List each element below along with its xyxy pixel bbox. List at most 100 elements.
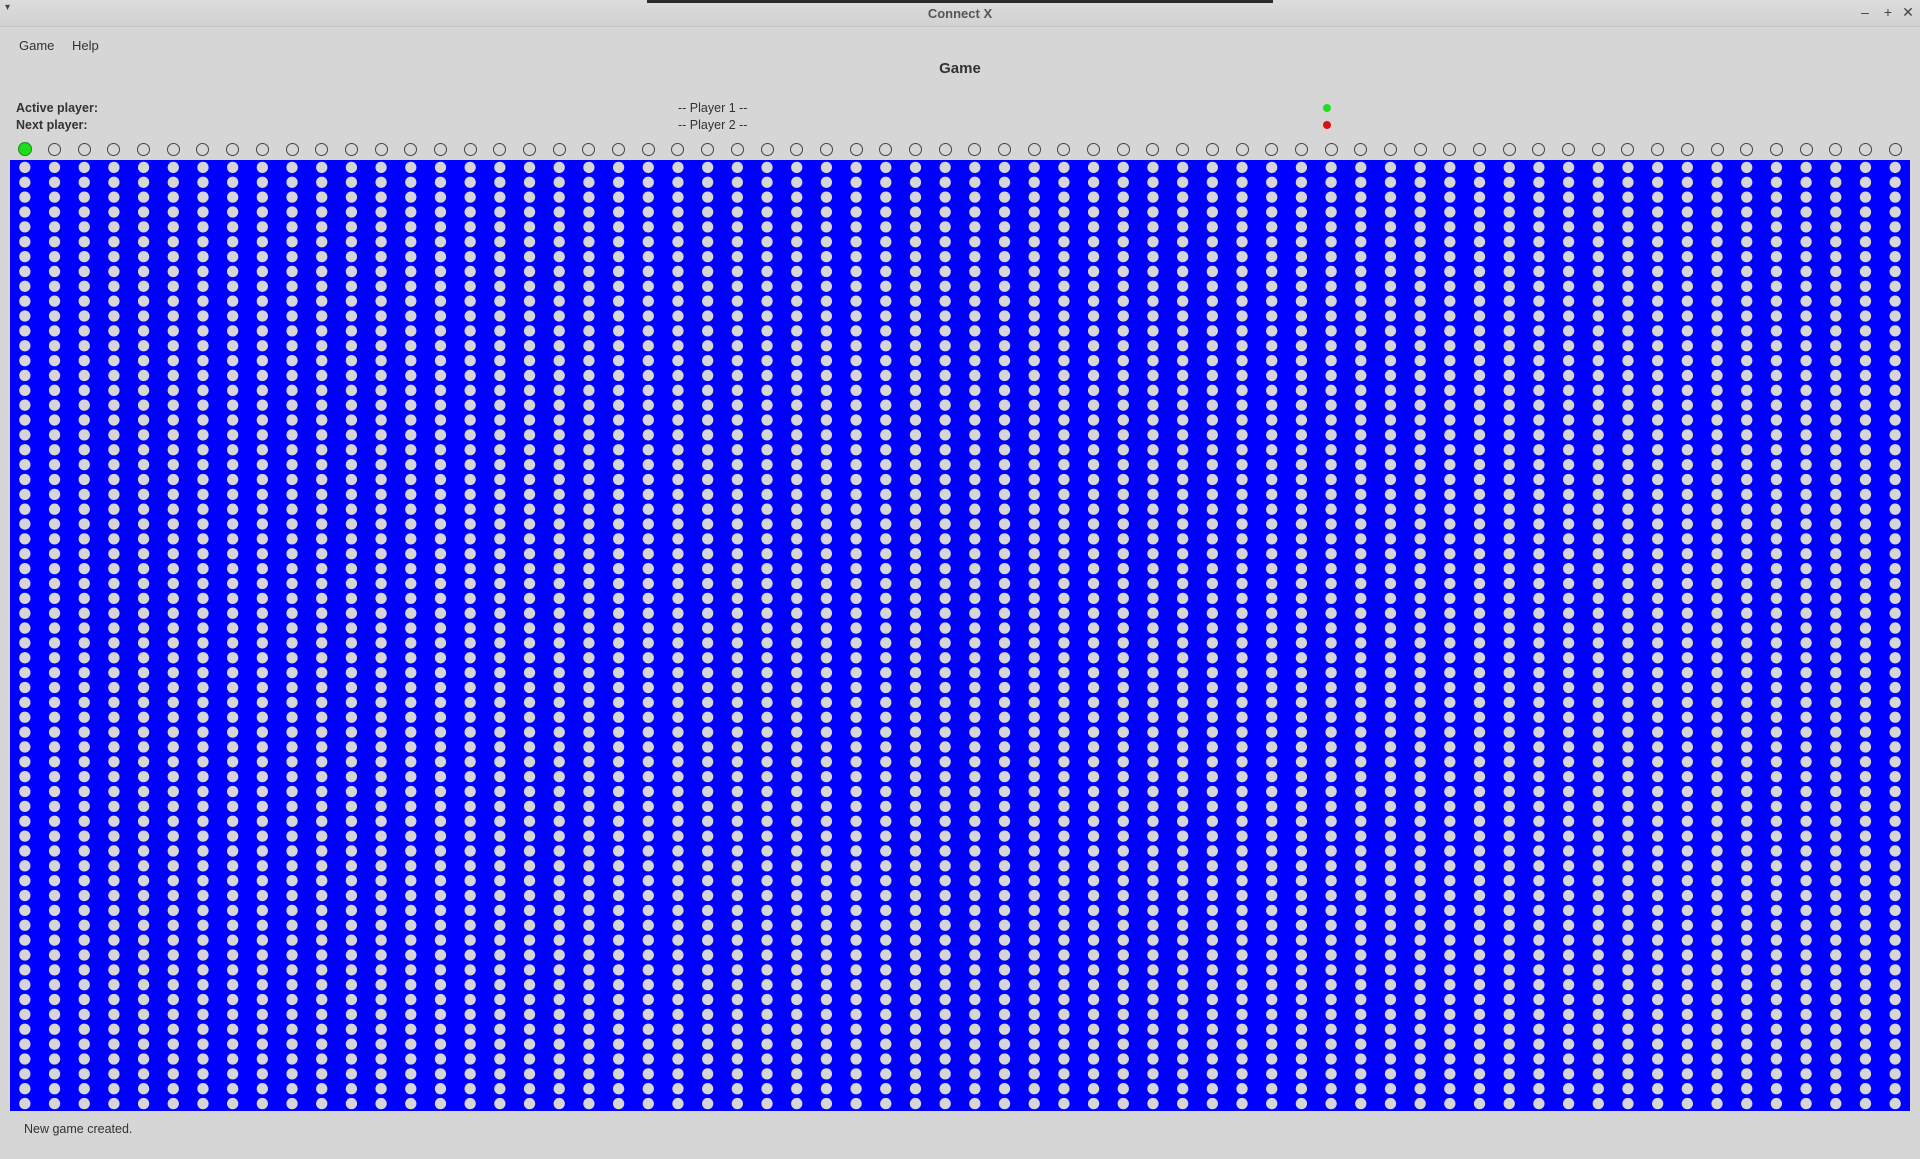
column-select-button[interactable] bbox=[849, 143, 863, 156]
column-select-button[interactable] bbox=[641, 143, 655, 156]
column-select-button[interactable] bbox=[1532, 143, 1546, 156]
board-cell bbox=[702, 280, 714, 292]
column-select-button[interactable] bbox=[1324, 143, 1338, 156]
column-select-button[interactable] bbox=[374, 143, 388, 156]
board-cell bbox=[1681, 1083, 1693, 1095]
column-select-button[interactable] bbox=[1502, 143, 1516, 156]
column-select-button[interactable] bbox=[612, 143, 626, 156]
column-select-button[interactable] bbox=[552, 143, 566, 156]
column-select-button[interactable] bbox=[285, 143, 299, 156]
board-cell bbox=[672, 221, 684, 233]
column-select-button[interactable] bbox=[1591, 143, 1605, 156]
board-cell bbox=[791, 993, 803, 1006]
column-select-button[interactable] bbox=[18, 142, 33, 156]
board-cell bbox=[108, 429, 120, 441]
board-cell bbox=[1830, 1097, 1842, 1110]
board-cell bbox=[1859, 696, 1872, 709]
column-select-button[interactable] bbox=[730, 143, 744, 156]
board-cell bbox=[1473, 429, 1486, 441]
board-cell bbox=[316, 384, 328, 396]
board-cell bbox=[1028, 1038, 1040, 1050]
column-select-button[interactable] bbox=[255, 143, 269, 156]
column-select-button[interactable] bbox=[433, 143, 447, 156]
board-cell bbox=[1741, 979, 1753, 991]
column-select-button[interactable] bbox=[1769, 143, 1783, 156]
column-select-button[interactable] bbox=[77, 143, 91, 156]
board-cell bbox=[286, 741, 298, 753]
column-select-button[interactable] bbox=[1858, 143, 1872, 156]
column-select-button[interactable] bbox=[908, 143, 922, 156]
column-select-button[interactable] bbox=[226, 143, 240, 156]
column-select-button[interactable] bbox=[1621, 143, 1635, 156]
column-select-button[interactable] bbox=[1829, 143, 1843, 156]
column-select-button[interactable] bbox=[463, 143, 477, 156]
column-select-button[interactable] bbox=[1087, 143, 1101, 156]
column-select-button[interactable] bbox=[48, 143, 62, 156]
board-cell bbox=[820, 785, 833, 798]
column-select-button[interactable] bbox=[1443, 143, 1457, 156]
column-select-button[interactable] bbox=[1383, 143, 1397, 156]
board-cell bbox=[1533, 1097, 1545, 1110]
board-cell bbox=[1741, 815, 1753, 827]
menu-game[interactable]: Game bbox=[19, 38, 54, 53]
column-select-button[interactable] bbox=[1176, 143, 1190, 156]
column-select-button[interactable] bbox=[1057, 143, 1071, 156]
maximize-icon[interactable]: + bbox=[1880, 4, 1896, 20]
board-cell bbox=[1295, 1008, 1308, 1021]
column-select-button[interactable] bbox=[1740, 143, 1754, 156]
board-cell bbox=[1830, 473, 1842, 486]
column-select-button[interactable] bbox=[582, 143, 596, 156]
board-cell bbox=[1533, 681, 1545, 694]
column-select-button[interactable] bbox=[137, 143, 151, 156]
board-cell bbox=[494, 488, 506, 500]
column-select-button[interactable] bbox=[344, 143, 358, 156]
column-select-button[interactable] bbox=[1799, 143, 1813, 156]
minimize-icon[interactable]: – bbox=[1857, 4, 1873, 20]
board-cell bbox=[1681, 325, 1693, 337]
game-board[interactable] bbox=[10, 160, 1910, 1111]
column-select-button[interactable] bbox=[196, 143, 210, 156]
column-select-button[interactable] bbox=[1265, 143, 1279, 156]
board-cell bbox=[761, 1083, 773, 1095]
board-cell bbox=[523, 221, 536, 233]
close-icon[interactable]: ✕ bbox=[1900, 4, 1916, 20]
board-cell bbox=[464, 429, 476, 441]
board-cell bbox=[702, 993, 714, 1006]
column-select-button[interactable] bbox=[315, 143, 329, 156]
column-select-button[interactable] bbox=[166, 143, 180, 156]
column-select-button[interactable] bbox=[1205, 143, 1219, 156]
column-select-button[interactable] bbox=[1888, 143, 1902, 156]
board-cell bbox=[464, 176, 476, 188]
column-select-button[interactable] bbox=[1710, 143, 1724, 156]
column-select-button[interactable] bbox=[1354, 143, 1368, 156]
board-cell bbox=[137, 889, 150, 902]
column-select-button[interactable] bbox=[938, 143, 952, 156]
column-select-button[interactable] bbox=[1146, 143, 1160, 156]
column-select-button[interactable] bbox=[404, 143, 418, 156]
column-select-button[interactable] bbox=[1680, 143, 1694, 156]
column-select-button[interactable] bbox=[968, 143, 982, 156]
column-select-button[interactable] bbox=[1116, 143, 1130, 156]
column-select-button[interactable] bbox=[1294, 143, 1308, 156]
column-select-button[interactable] bbox=[790, 143, 804, 156]
column-select-button[interactable] bbox=[998, 143, 1012, 156]
column-select-button[interactable] bbox=[1651, 143, 1665, 156]
column-select-button[interactable] bbox=[493, 143, 507, 156]
column-select-button[interactable] bbox=[1027, 143, 1041, 156]
column-select-button[interactable] bbox=[1235, 143, 1249, 156]
column-select-button[interactable] bbox=[107, 143, 121, 156]
column-select-button[interactable] bbox=[1473, 143, 1487, 156]
column-select-button[interactable] bbox=[523, 143, 537, 156]
board-cell bbox=[998, 1023, 1011, 1035]
column-select-button[interactable] bbox=[760, 143, 774, 156]
column-select-button[interactable] bbox=[879, 143, 893, 156]
column-select-button[interactable] bbox=[1413, 143, 1427, 156]
board-cell bbox=[731, 414, 743, 426]
board-cell bbox=[731, 1097, 743, 1110]
column-select-button[interactable] bbox=[671, 143, 685, 156]
menu-help[interactable]: Help bbox=[72, 38, 99, 53]
column-select-button[interactable] bbox=[819, 143, 833, 156]
column-select-button[interactable] bbox=[1562, 143, 1576, 156]
board-cell bbox=[1770, 265, 1783, 278]
column-select-button[interactable] bbox=[701, 143, 715, 156]
